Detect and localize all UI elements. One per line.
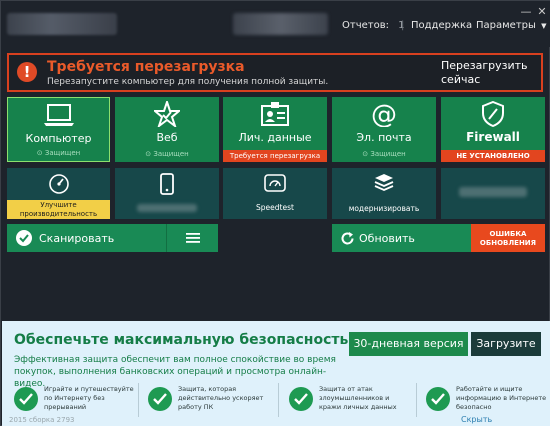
star-icon xyxy=(154,101,180,127)
settings-menu[interactable]: Параметры ▼ xyxy=(476,20,546,31)
tile-firewall[interactable]: Firewall НЕ УСТАНОВЛЕНО xyxy=(441,97,545,162)
tile-web-status: ⊙ Защищен xyxy=(145,150,189,158)
update-error-line1: ОШИБКА xyxy=(489,230,527,238)
close-button[interactable]: ✕ xyxy=(535,5,549,18)
tile-web-label: Веб xyxy=(156,131,178,144)
upgrade-icon xyxy=(374,174,394,191)
reports-label: Отчетов: xyxy=(342,20,389,31)
check-icon xyxy=(289,387,313,411)
promo-heading: Обеспечьте максимальную безопасность xyxy=(14,332,349,348)
feature-divider xyxy=(138,383,139,417)
feature-item: Играйте и путешествуйте по Интернету без… xyxy=(14,385,139,417)
warning-icon: ! xyxy=(17,62,37,82)
tile-computer[interactable]: Компьютер ⊙ Защищен xyxy=(7,97,110,162)
check-icon xyxy=(14,387,38,411)
tile-personal-data[interactable]: Лич. данные Требуется перезагрузка xyxy=(223,97,327,162)
speedometer-icon xyxy=(48,174,69,194)
support-link[interactable]: Поддержка xyxy=(411,20,472,31)
refresh-icon xyxy=(341,232,354,245)
restart-now-line2: сейчас xyxy=(441,73,481,86)
hide-notification-link[interactable]: Скрыть уведомление xyxy=(461,415,549,426)
tile-personal-data-label: Лич. данные xyxy=(238,131,312,144)
scan-button[interactable]: Сканировать xyxy=(7,224,218,252)
app-window: Отчетов: 1 | Поддержка Параметры ▼ — ✕ !… xyxy=(0,0,550,426)
update-error-line2: ОБНОВЛЕНИЯ xyxy=(479,239,537,247)
tile-email-status: ⊙ Защищен xyxy=(362,150,406,158)
tile-firewall-label: Firewall xyxy=(466,130,520,144)
laptop-icon xyxy=(43,104,74,126)
tile-performance-label: Улучшите производительность xyxy=(7,200,110,219)
tile-mobile-label xyxy=(137,204,197,212)
gauge-icon xyxy=(264,174,286,192)
tile-email[interactable]: @ Эл. почта ⊙ Защищен xyxy=(332,97,436,162)
alert-title: Требуется перезагрузка xyxy=(47,59,245,75)
shield-icon xyxy=(482,101,504,127)
tile-computer-label: Компьютер xyxy=(25,132,92,145)
feature-divider xyxy=(278,383,279,417)
scan-icon xyxy=(16,230,32,246)
promo-panel: Обеспечьте максимальную безопасность Эфф… xyxy=(2,321,550,426)
check-icon xyxy=(426,387,450,411)
build-label: 2015 сборка 2793 xyxy=(9,416,75,424)
svg-text:@: @ xyxy=(371,101,397,127)
scan-label: Сканировать xyxy=(39,232,115,245)
feature-divider xyxy=(416,383,417,417)
trial-button[interactable]: 30-дневная версия xyxy=(349,332,468,356)
tile-upgrade-label: модернизировать xyxy=(348,204,420,213)
tile-upgrade[interactable]: модернизировать xyxy=(332,168,436,219)
alert-description: Перезапустите компьютер для получения по… xyxy=(47,77,329,87)
chevron-down-icon: ▼ xyxy=(541,22,547,30)
tile-speedtest-label: Speedtest xyxy=(256,203,294,212)
feature-text: Играйте и путешествуйте по Интернету без… xyxy=(44,385,134,411)
feature-text: Защита от атак злоумышленников и кражи л… xyxy=(319,385,397,411)
tile-computer-status: ⊙ Защищен xyxy=(36,149,81,157)
phone-icon xyxy=(160,173,174,195)
buy-button[interactable]: Загрузите xyxy=(471,332,541,356)
tile-mobile[interactable] xyxy=(115,168,219,219)
minimize-button[interactable]: — xyxy=(519,5,533,18)
tile-personal-data-status: Требуется перезагрузка xyxy=(223,150,327,162)
tile-extra[interactable] xyxy=(441,168,545,219)
check-icon xyxy=(148,387,172,411)
tile-performance[interactable]: Улучшите производительность xyxy=(7,168,110,219)
restart-now-button[interactable]: Перезагрузить сейчас xyxy=(441,59,531,87)
tile-web[interactable]: Веб ⊙ Защищен xyxy=(115,97,219,162)
reports-link[interactable]: Отчетов: 1 xyxy=(342,20,405,31)
scan-menu-button[interactable] xyxy=(166,224,218,252)
feature-text: Работайте и ищите информацию в Интернете… xyxy=(456,385,547,411)
menu-icon xyxy=(186,233,200,243)
title-bar: Отчетов: 1 | Поддержка Параметры ▼ — ✕ xyxy=(1,1,550,47)
update-label: Обновить xyxy=(359,232,415,245)
feature-item: Защита от атак злоумышленников и кражи л… xyxy=(289,385,414,417)
update-button[interactable]: Обновить xyxy=(332,224,472,252)
feature-item: Защита, которая действительно ускоряет р… xyxy=(148,385,273,417)
tile-extra-label xyxy=(459,187,527,197)
feature-text: Защита, которая действительно ускоряет р… xyxy=(178,385,264,411)
tile-email-label: Эл. почта xyxy=(356,131,412,144)
restart-alert: ! Требуется перезагрузка Перезапустите к… xyxy=(7,53,543,92)
update-error-badge[interactable]: ОШИБКА ОБНОВЛЕНИЯ xyxy=(471,224,545,252)
tile-firewall-status: НЕ УСТАНОВЛЕНО xyxy=(441,150,545,162)
at-icon: @ xyxy=(371,101,397,127)
restart-now-line1: Перезагрузить xyxy=(441,59,528,72)
app-logo xyxy=(7,13,117,35)
id-card-icon xyxy=(261,102,289,126)
feature-item: Работайте и ищите информацию в Интернете… xyxy=(426,385,550,417)
settings-label: Параметры xyxy=(476,20,536,31)
nav-separator: | xyxy=(401,20,405,31)
tile-speedtest[interactable]: Speedtest xyxy=(223,168,327,219)
account-name xyxy=(233,13,328,35)
